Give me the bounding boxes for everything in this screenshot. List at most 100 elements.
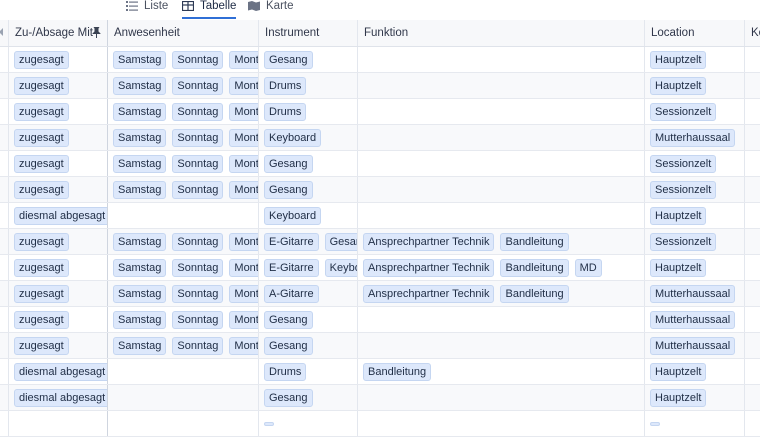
day-tag[interactable]: Samstag bbox=[113, 154, 167, 173]
cell-location[interactable]: Sessionzelt bbox=[645, 99, 745, 124]
cell-status[interactable]: zugesagt bbox=[9, 99, 108, 124]
day-tag[interactable]: Montag bbox=[229, 258, 258, 277]
cell-status[interactable]: diesmal abgesagt bbox=[9, 203, 108, 228]
status-tag[interactable]: zugesagt bbox=[14, 232, 69, 251]
status-tag[interactable]: zugesagt bbox=[14, 154, 69, 173]
location-tag[interactable]: Mutterhaussaal bbox=[650, 336, 736, 355]
instrument-tag[interactable]: Keyboard bbox=[264, 206, 322, 225]
cell-function[interactable] bbox=[358, 307, 645, 332]
day-tag[interactable]: Sonntag bbox=[172, 232, 224, 251]
day-tag[interactable]: Samstag bbox=[113, 284, 167, 303]
cell-instrument[interactable]: Keyboard bbox=[259, 203, 358, 228]
location-tag[interactable]: Sessionzelt bbox=[650, 154, 717, 173]
instrument-tag[interactable]: Keyboard bbox=[324, 258, 357, 277]
cell-next[interactable] bbox=[745, 73, 760, 98]
cell-next[interactable] bbox=[745, 359, 760, 384]
day-tag[interactable]: Samstag bbox=[113, 310, 167, 329]
day-tag[interactable]: Montag bbox=[229, 310, 258, 329]
cell-next[interactable] bbox=[745, 281, 760, 306]
cell-instrument[interactable]: Gesang bbox=[259, 177, 358, 202]
tab-tabelle[interactable]: Tabelle bbox=[182, 0, 237, 19]
cell-instrument[interactable]: Gesang bbox=[259, 333, 358, 358]
cell-instrument[interactable]: Drums bbox=[259, 99, 358, 124]
cell-location[interactable]: Hauptzelt bbox=[645, 255, 745, 280]
table-row[interactable]: zugesagt Samstag Sonntag Montag E-Gitarre Key… bbox=[0, 255, 760, 281]
day-tag[interactable]: Montag bbox=[229, 102, 258, 121]
cell-instrument[interactable]: E-Gitarre Keyboard bbox=[259, 255, 358, 280]
cell-attendance[interactable]: Samstag Sonntag Montag bbox=[108, 255, 259, 280]
function-tag[interactable]: MD bbox=[574, 258, 602, 277]
cell-status[interactable]: zugesagt bbox=[9, 47, 108, 72]
cell-attendance[interactable]: Samstag Sonntag Montag bbox=[108, 47, 259, 72]
table-row[interactable] bbox=[0, 411, 760, 437]
day-tag[interactable]: Samstag bbox=[113, 258, 167, 277]
function-tag[interactable]: Bandleitung bbox=[363, 362, 432, 381]
function-tag[interactable]: Ansprechpartner Technik bbox=[363, 232, 495, 251]
function-tag[interactable]: Bandleitung bbox=[500, 284, 569, 303]
day-tag[interactable]: Samstag bbox=[113, 336, 167, 355]
cell-location[interactable] bbox=[645, 411, 745, 436]
cell-function[interactable] bbox=[358, 73, 645, 98]
day-tag[interactable]: Sonntag bbox=[172, 76, 224, 95]
table-row[interactable]: zugesagt Samstag Sonntag Montag Gesang Sessio… bbox=[0, 151, 760, 177]
cell-next[interactable] bbox=[745, 411, 760, 436]
cell-location[interactable]: Sessionzelt bbox=[645, 229, 745, 254]
location-tag[interactable]: Mutterhaussaal bbox=[650, 310, 736, 329]
cell-status[interactable]: zugesagt bbox=[9, 229, 108, 254]
day-tag[interactable]: Sonntag bbox=[172, 154, 224, 173]
instrument-tag[interactable]: Gesang bbox=[264, 336, 313, 355]
table-row[interactable]: zugesagt Samstag Sonntag Montag Drums Session… bbox=[0, 99, 760, 125]
cell-attendance[interactable] bbox=[108, 203, 259, 228]
table-row[interactable]: zugesagt Samstag Sonntag Montag Gesang Mutter… bbox=[0, 307, 760, 333]
cell-location[interactable]: Mutterhaussaal bbox=[645, 307, 745, 332]
cell-instrument[interactable]: Keyboard bbox=[259, 125, 358, 150]
table-row[interactable]: zugesagt Samstag Sonntag Montag Gesang Mutter… bbox=[0, 333, 760, 359]
cell-instrument[interactable] bbox=[259, 411, 358, 436]
instrument-tag[interactable]: E-Gitarre bbox=[264, 258, 319, 277]
cell-next[interactable] bbox=[745, 177, 760, 202]
column-header-next[interactable]: Ko bbox=[745, 20, 760, 46]
location-tag[interactable]: Sessionzelt bbox=[650, 232, 717, 251]
cell-status[interactable]: zugesagt bbox=[9, 307, 108, 332]
day-tag[interactable]: Montag bbox=[229, 76, 258, 95]
cell-location[interactable]: Sessionzelt bbox=[645, 177, 745, 202]
location-tag[interactable]: Mutterhaussaal bbox=[650, 284, 736, 303]
cell-next[interactable] bbox=[745, 255, 760, 280]
cell-function[interactable]: Bandleitung bbox=[358, 359, 645, 384]
status-tag[interactable]: zugesagt bbox=[14, 76, 69, 95]
cell-status[interactable]: zugesagt bbox=[9, 333, 108, 358]
location-tag[interactable]: Hauptzelt bbox=[650, 258, 707, 277]
location-tag[interactable]: Sessionzelt bbox=[650, 102, 717, 121]
table-row[interactable]: zugesagt Samstag Sonntag Montag E-Gitarre Ges… bbox=[0, 229, 760, 255]
cell-location[interactable]: Hauptzelt bbox=[645, 73, 745, 98]
cell-attendance[interactable]: Samstag Sonntag Montag bbox=[108, 229, 259, 254]
day-tag[interactable]: Samstag bbox=[113, 76, 167, 95]
cell-status[interactable]: zugesagt bbox=[9, 255, 108, 280]
instrument-tag[interactable]: Gesang bbox=[264, 180, 313, 199]
status-tag[interactable]: zugesagt bbox=[14, 128, 69, 147]
table-row[interactable]: zugesagt Samstag Sonntag Montag Gesang Sessio… bbox=[0, 177, 760, 203]
status-tag[interactable]: zugesagt bbox=[14, 310, 69, 329]
cell-location[interactable]: Hauptzelt bbox=[645, 203, 745, 228]
cell-status[interactable]: zugesagt bbox=[9, 125, 108, 150]
location-tag[interactable]: Hauptzelt bbox=[650, 76, 707, 95]
instrument-tag[interactable]: E-Gitarre bbox=[264, 232, 319, 251]
cell-function[interactable] bbox=[358, 411, 645, 436]
instrument-tag[interactable]: Gesang bbox=[264, 310, 313, 329]
column-header-function[interactable]: Funktion bbox=[358, 20, 645, 46]
instrument-tag[interactable]: Gesang bbox=[264, 50, 313, 69]
function-tag[interactable]: Ansprechpartner Technik bbox=[363, 258, 495, 277]
cell-next[interactable] bbox=[745, 151, 760, 176]
instrument-tag[interactable] bbox=[264, 421, 274, 426]
column-header-instrument[interactable]: Instrument bbox=[259, 20, 358, 46]
status-tag[interactable]: zugesagt bbox=[14, 284, 69, 303]
day-tag[interactable]: Sonntag bbox=[172, 284, 224, 303]
cell-function[interactable] bbox=[358, 333, 645, 358]
instrument-tag[interactable]: Drums bbox=[264, 362, 307, 381]
cell-attendance[interactable]: Samstag Sonntag Montag bbox=[108, 99, 259, 124]
day-tag[interactable]: Sonntag bbox=[172, 128, 224, 147]
scroll-left-indicator[interactable] bbox=[0, 20, 9, 46]
cell-status[interactable]: zugesagt bbox=[9, 151, 108, 176]
instrument-tag[interactable]: A-Gitarre bbox=[264, 284, 319, 303]
cell-function[interactable] bbox=[358, 177, 645, 202]
